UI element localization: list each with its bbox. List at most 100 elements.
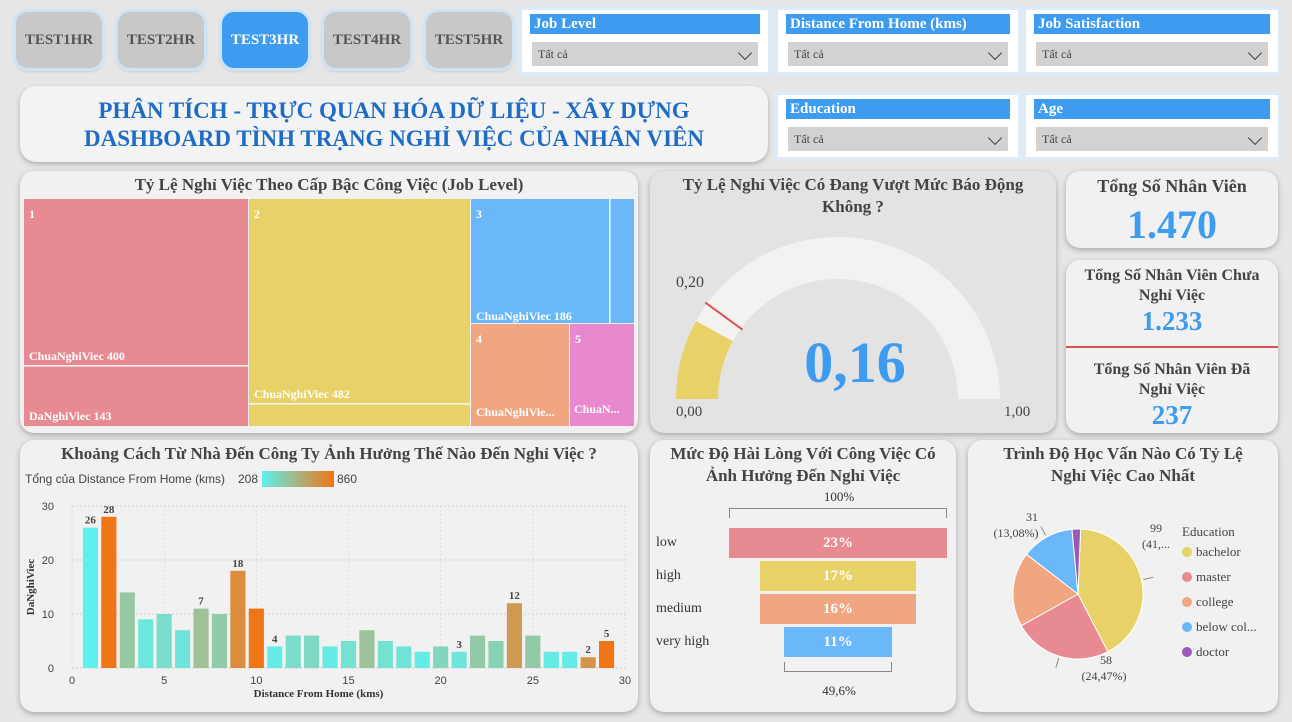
nav-button-test1hr[interactable]: TEST1HR: [16, 12, 102, 68]
distance-bar[interactable]: [414, 651, 430, 668]
distance-bar[interactable]: [267, 646, 283, 668]
distance-bar[interactable]: [506, 603, 522, 668]
funnel-value: 11%: [823, 634, 853, 650]
pie-legend-item[interactable]: bachelor: [1182, 544, 1241, 560]
funnel-value: 17%: [822, 568, 853, 584]
distance-bar-chart: 01020300 5 10 15 20 25 30Distance From Home (k…: [25, 501, 631, 700]
treemap-label: 4: [476, 332, 482, 346]
distance-bar[interactable]: [488, 641, 504, 668]
distance-bar[interactable]: [304, 635, 320, 668]
distance-bar[interactable]: [543, 651, 559, 668]
x-tick-label: 20: [435, 675, 447, 687]
treemap-level-2-stay[interactable]: [249, 199, 470, 403]
nav-button-test5hr[interactable]: TEST5HR: [426, 12, 512, 68]
distance-bar[interactable]: [211, 614, 228, 668]
distance-bar[interactable]: [377, 641, 393, 668]
y-axis-title: DaNghiViec: [25, 559, 37, 616]
x-tick-label: 10: [250, 675, 262, 687]
distance-bar[interactable]: [451, 651, 467, 668]
distance-bar[interactable]: [433, 646, 449, 668]
age-dropdown[interactable]: Tất cả: [1036, 127, 1268, 151]
funnel-bracket-top: [729, 508, 947, 518]
distance-bar[interactable]: [285, 635, 301, 668]
legend-label: master: [1196, 569, 1231, 584]
pie-legend-item[interactable]: doctor: [1182, 644, 1229, 660]
y-tick-label: 10: [42, 609, 54, 621]
funnel-bar-low[interactable]: 23%: [729, 528, 947, 558]
legend-dot-icon: [1182, 622, 1192, 632]
nav-button-label: TEST5HR: [434, 32, 504, 48]
pie-data-label: 58: [1100, 653, 1112, 667]
distance-bar[interactable]: [193, 608, 209, 668]
distance-bar[interactable]: [230, 570, 246, 668]
y-tick-label: 0: [48, 663, 54, 675]
chevron-down-icon: [1247, 45, 1263, 61]
nav-button-test2hr[interactable]: TEST2HR: [118, 12, 204, 68]
treemap-level-3-left[interactable]: [610, 199, 634, 323]
distance-bar[interactable]: [525, 635, 541, 668]
pie-legend-item[interactable]: college: [1182, 594, 1234, 610]
distance-bar[interactable]: [175, 630, 191, 668]
distance-dropdown[interactable]: Tất cả: [788, 42, 1008, 66]
pie-data-sublabel: (13,08%): [994, 526, 1039, 540]
treemap-label: ChuaN...: [574, 402, 620, 416]
funnel-title-line-1: Mức Độ Hài Lòng Với Công Việc Có: [670, 444, 936, 463]
treemap-level-2-left[interactable]: [249, 404, 470, 426]
kpi-left-value: 237: [1151, 400, 1193, 430]
legend-dot-icon: [1182, 647, 1192, 657]
funnel-value: 23%: [823, 535, 853, 551]
funnel-bar-medium[interactable]: 16%: [759, 594, 917, 624]
distance-bar[interactable]: [359, 630, 375, 668]
bar-data-label: 7: [198, 596, 204, 608]
distance-bar[interactable]: [248, 608, 264, 668]
treemap-label: ChuaNghiViec 482: [254, 387, 350, 401]
funnel-bar-high[interactable]: 17%: [759, 561, 917, 591]
education-dropdown[interactable]: Tất cả: [788, 127, 1008, 151]
pie-leader-line: [1040, 526, 1047, 536]
treemap-level-3-stay[interactable]: [471, 199, 609, 323]
treemap-label: 1: [29, 207, 35, 221]
treemap-level-1-stay[interactable]: [24, 199, 248, 365]
dropdown-value: Tất cả: [794, 47, 824, 61]
job-level-treemap: 1 ChuaNghiViec 400 DaNghiViec 143 2 Chua…: [24, 199, 634, 426]
x-tick-label: 30: [619, 675, 631, 687]
distance-bar[interactable]: [469, 635, 486, 668]
nav-button-test4hr[interactable]: TEST4HR: [324, 12, 410, 68]
chevron-down-icon: [1247, 130, 1263, 146]
kpi-divider: [1066, 346, 1278, 348]
pie-leader-line: [1143, 576, 1154, 580]
slicer-title: Job Level: [530, 14, 760, 34]
dropdown-value: Tất cả: [794, 132, 824, 146]
legend-dot-icon: [1182, 547, 1192, 557]
pie-legend-item[interactable]: master: [1182, 569, 1231, 585]
distance-bar[interactable]: [396, 646, 412, 668]
legend-dot-icon: [1182, 597, 1192, 607]
chevron-down-icon: [987, 45, 1003, 61]
pie-card: Trình Độ Học Vấn Nào Có Tỷ Lệ Nghỉ Việc …: [968, 440, 1278, 712]
distance-bar[interactable]: [322, 646, 338, 668]
distance-bar[interactable]: [562, 651, 578, 668]
title-line-1: PHÂN TÍCH - TRỰC QUAN HÓA DỮ LIỆU - XÂY …: [98, 98, 690, 123]
job-satisfaction-dropdown[interactable]: Tất cả: [1036, 42, 1268, 66]
distance-bar[interactable]: [82, 527, 98, 668]
distance-bar[interactable]: [340, 641, 357, 668]
distance-bar[interactable]: [599, 641, 615, 668]
funnel-bracket-bottom: [784, 662, 892, 672]
education-pie-chart: 99 (41,... 58 (24,47%) 31 (13,08%): [994, 510, 1171, 683]
job-satisfaction-slicer: Job Satisfaction Tất cả: [1026, 10, 1278, 72]
job-level-dropdown[interactable]: Tất cả: [532, 42, 758, 66]
funnel-bar-very-high[interactable]: 11%: [783, 627, 893, 657]
distance-bar[interactable]: [580, 657, 596, 668]
distance-bar[interactable]: [138, 619, 154, 668]
distance-bar[interactable]: [119, 592, 135, 668]
pie-legend-item[interactable]: below col...: [1182, 619, 1257, 635]
job-level-slicer: Job Level Tất cả: [522, 10, 768, 72]
distance-bar[interactable]: [156, 614, 172, 668]
distance-bar[interactable]: [101, 516, 117, 668]
nav-button-test3hr[interactable]: TEST3HR: [222, 12, 308, 68]
pie-legend-title: Education: [1182, 524, 1235, 539]
funnel-category-label: low: [656, 535, 677, 550]
distance-slicer: Distance From Home (kms) Tất cả: [778, 10, 1018, 72]
dropdown-value: Tất cả: [1042, 132, 1072, 146]
legend-label: below col...: [1196, 619, 1257, 634]
